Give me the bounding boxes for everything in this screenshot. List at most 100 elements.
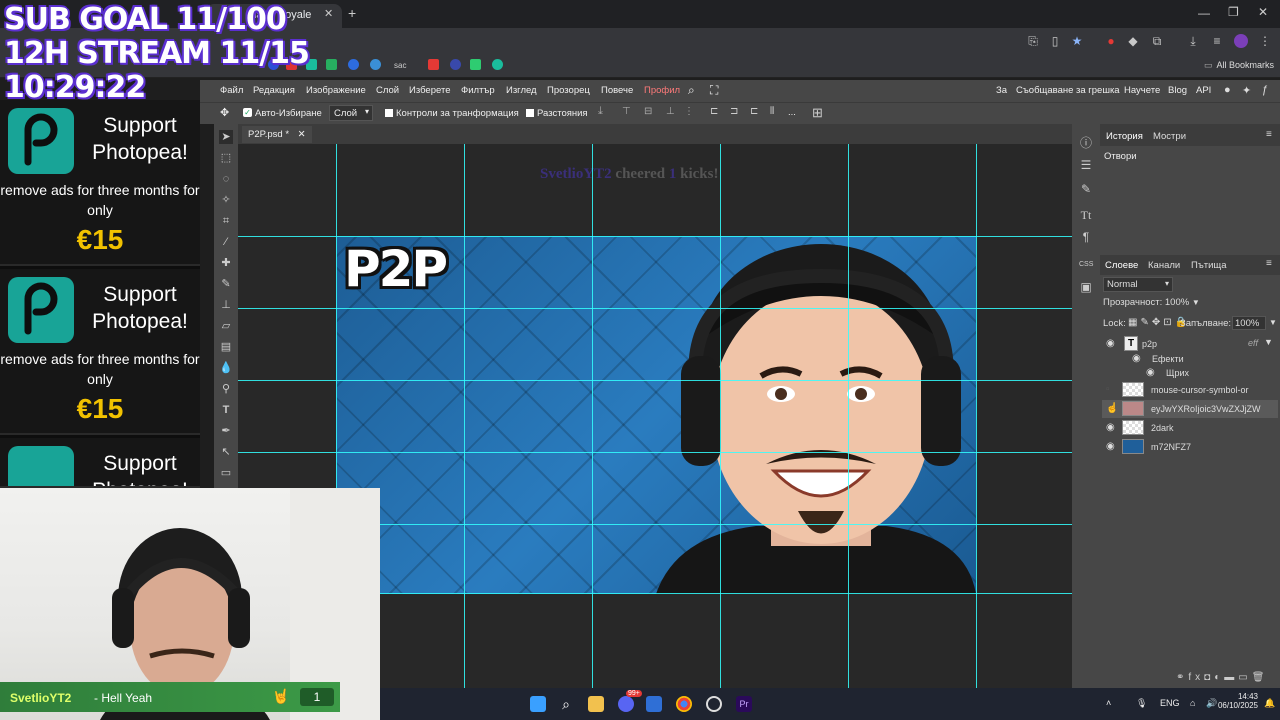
microphone-icon[interactable]: 🎙 (1136, 698, 1147, 709)
media-icon[interactable]: ≡ (1210, 34, 1224, 48)
twitter-icon[interactable]: ✦ (1242, 84, 1251, 97)
adjustment-icon[interactable]: ◐ (1214, 672, 1224, 683)
guide-line[interactable] (238, 308, 1072, 309)
align-download-icon[interactable]: ⤓ (598, 105, 603, 118)
auto-select-checkbox[interactable]: ✓ (243, 108, 252, 117)
ad-card[interactable]: Support Photopea! (0, 438, 200, 488)
file-explorer-icon[interactable] (588, 696, 604, 712)
opacity-control[interactable]: Прозрачност: 100% ▼ (1103, 297, 1200, 308)
search-icon[interactable]: ⌕ (558, 696, 574, 712)
bookmark-icon[interactable] (348, 59, 359, 70)
image-icon[interactable]: ▣ (1079, 280, 1093, 294)
grid-icon[interactable]: ⊞ (812, 105, 823, 121)
maximize-icon[interactable]: ❐ (1228, 5, 1239, 19)
page-icon[interactable]: ▯ (1048, 34, 1062, 48)
ad-card[interactable]: Support Photopea! remove ads for three m… (0, 100, 200, 266)
distribute-h-icon[interactable]: ⫴ (770, 106, 774, 117)
close-document-icon[interactable]: ✕ (298, 129, 306, 140)
tray-chevron-icon[interactable]: ˄ (1106, 698, 1111, 708)
transform-controls-checkbox[interactable] (385, 109, 393, 117)
stamp-tool-icon[interactable]: ⊥ (219, 298, 233, 312)
bookmark-icon[interactable] (370, 59, 381, 70)
document-canvas[interactable]: P2P (336, 236, 976, 594)
brush-settings-icon[interactable]: ✎ (1079, 182, 1093, 196)
extension-red-icon[interactable]: ● (1104, 34, 1118, 48)
menu-about[interactable]: За (996, 85, 1007, 96)
pen-tool-icon[interactable]: ✒ (219, 424, 233, 438)
chevron-down-icon[interactable]: ▼ (1269, 318, 1277, 327)
layer-actions[interactable]: ⚭fx◘◐▬▭🗑 (1176, 672, 1268, 683)
group-icon[interactable]: ▬ (1224, 672, 1238, 683)
profile-avatar[interactable] (1234, 34, 1248, 48)
menu-learn[interactable]: Научете (1124, 85, 1160, 96)
tab-swatches[interactable]: Мостри (1153, 131, 1186, 142)
more-options[interactable]: ... (788, 107, 796, 118)
guide-line[interactable] (592, 144, 593, 688)
menu-image[interactable]: Изображение (306, 85, 366, 96)
guide-line[interactable] (238, 236, 1072, 237)
bookmark-icon[interactable] (492, 59, 503, 70)
shape-tool-icon[interactable]: ▭ (219, 466, 233, 480)
css-icon[interactable]: CSS (1079, 258, 1093, 272)
adjustments-icon[interactable]: ☰ (1079, 158, 1093, 172)
download-icon[interactable]: ⤓ (1186, 34, 1200, 48)
bookmark-icon[interactable] (326, 59, 337, 70)
menu-profile[interactable]: Профил (644, 85, 680, 96)
menu-edit[interactable]: Редакция (253, 85, 295, 96)
chrome-icon[interactable] (676, 696, 692, 712)
menu-file[interactable]: Файл (220, 85, 243, 96)
blend-mode-select[interactable]: Normal ▾ (1103, 277, 1173, 292)
history-item[interactable]: Отвори (1104, 151, 1137, 162)
effects-badge[interactable]: eff (1248, 338, 1258, 348)
extension-diamond-icon[interactable]: ◆ (1126, 34, 1140, 48)
menu-report-bug[interactable]: Съобщаване за грешка (1016, 85, 1120, 96)
store-icon[interactable] (646, 696, 662, 712)
eyedropper-icon[interactable]: ⁄ (219, 235, 233, 249)
language-indicator[interactable]: ENG (1160, 698, 1180, 708)
type-tool-icon[interactable]: T (219, 403, 233, 417)
brush-tool-icon[interactable]: ✎ (219, 277, 233, 291)
fill-value[interactable]: 100% (1232, 316, 1266, 330)
layer-stroke-row[interactable]: ◉ Щрих (1102, 364, 1278, 382)
align-middle-icon[interactable]: ⊟ (644, 106, 652, 117)
new-tab-icon[interactable]: + (348, 5, 356, 21)
move-tool-icon[interactable]: ➤ (219, 130, 233, 144)
menu-more[interactable]: Повече (601, 85, 633, 96)
guide-line[interactable] (976, 144, 977, 688)
menu-filter[interactable]: Филтър (461, 85, 495, 96)
menu-layer[interactable]: Слой (376, 85, 399, 96)
guide-line[interactable] (848, 144, 849, 688)
eye-icon[interactable]: ◉ (1106, 441, 1118, 453)
layer-row-selected[interactable]: ☝ eyJwYXRoIjoic3VwZXJjZW (1102, 400, 1278, 418)
ad-card[interactable]: Support Photopea! remove ads for three m… (0, 269, 200, 435)
distribute-icon[interactable]: ⋮ (684, 106, 694, 117)
discord-icon[interactable] (618, 696, 634, 712)
menu-api[interactable]: API (1196, 85, 1211, 96)
effects-icon[interactable]: fx (1188, 672, 1204, 683)
premiere-icon[interactable]: Pr (736, 696, 752, 712)
facebook-icon[interactable]: ƒ (1262, 84, 1268, 96)
character-icon[interactable]: Tt (1079, 208, 1093, 222)
network-icon[interactable]: ⌂ (1190, 698, 1195, 708)
layer-row[interactable]: ◉ m72NFZ7 (1102, 438, 1278, 456)
notifications-icon[interactable]: 🔔 (1264, 698, 1275, 709)
all-bookmarks-button[interactable]: ▭ All Bookmarks (1204, 60, 1274, 71)
guide-line[interactable] (238, 452, 1072, 453)
reddit-icon[interactable]: ● (1224, 84, 1231, 96)
screenshot-icon[interactable]: ⎘ (1026, 34, 1040, 48)
distances-checkbox[interactable] (526, 109, 534, 117)
mask-icon[interactable]: ◘ (1204, 672, 1214, 683)
document-tab[interactable]: P2P.psd * ✕ (242, 126, 312, 143)
tab-paths[interactable]: Пътища (1191, 260, 1227, 271)
fullscreen-icon[interactable]: ⛶ (710, 83, 718, 98)
panel-menu-icon[interactable]: ≡ (1266, 258, 1272, 269)
path-select-icon[interactable]: ↖ (219, 445, 233, 459)
bookmark-icon[interactable] (428, 59, 439, 70)
crop-tool-icon[interactable]: ⌗ (219, 214, 233, 228)
close-window-icon[interactable]: ✕ (1258, 5, 1268, 19)
clock[interactable]: 14:43 06/10/2025 (1218, 692, 1258, 710)
eye-hidden-icon[interactable]: ▫ (1106, 384, 1118, 396)
align-center-icon[interactable]: ⊐ (730, 106, 738, 117)
chevron-down-icon[interactable]: ▼ (1264, 337, 1273, 347)
layer-select-dropdown[interactable]: Слой ▾ (329, 105, 373, 121)
